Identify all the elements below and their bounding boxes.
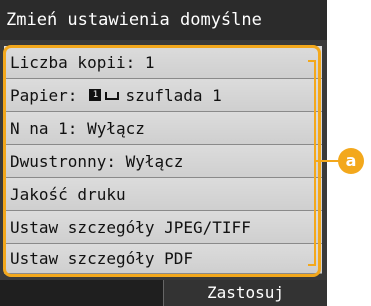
menu-item-label: Papier: [10, 85, 78, 105]
menu-item-label: Liczba kopii: 1 [10, 52, 155, 72]
menu-item-duplex[interactable]: Dwustronny: Wyłącz [4, 145, 322, 178]
menu-item-n-on-1[interactable]: N na 1: Wyłącz [4, 112, 322, 145]
menu-item-label: Ustaw szczegóły JPEG/TIFF [10, 217, 251, 237]
menu-item-label: Dwustronny: Wyłącz [10, 151, 184, 171]
tray-icon [105, 92, 120, 100]
menu-item-label: Jakość druku [10, 184, 126, 204]
apply-button[interactable]: Zastosuj [163, 280, 327, 306]
menu-item-label: Ustaw szczegóły PDF [10, 249, 194, 268]
drawer-number-badge: 1 [89, 89, 102, 101]
menu-item-label: N na 1: Wyłącz [10, 118, 145, 138]
menu-item-value: szuflada 1 [125, 85, 222, 105]
printer-screen: Zmień ustawienia domyślne Liczba kopii: … [0, 0, 327, 306]
bottom-bar: Zastosuj [0, 280, 327, 306]
menu-item-paper[interactable]: Papier: 1 szuflada 1 [4, 79, 322, 112]
menu-item-pdf[interactable]: Ustaw szczegóły PDF [4, 244, 322, 274]
callout-bracket [308, 60, 316, 266]
callout-badge: a [338, 148, 364, 174]
page-title: Zmień ustawienia domyślne [0, 0, 327, 40]
paper-drawer-icon: 1 [89, 89, 120, 101]
menu-item-jpeg-tiff[interactable]: Ustaw szczegóły JPEG/TIFF [4, 211, 322, 244]
callout-line [316, 160, 340, 162]
default-settings-list[interactable]: Liczba kopii: 1 Papier: 1 szuflada 1 N n… [4, 46, 322, 278]
menu-item-print-quality[interactable]: Jakość druku [4, 178, 322, 211]
menu-item-copies[interactable]: Liczba kopii: 1 [4, 46, 322, 79]
